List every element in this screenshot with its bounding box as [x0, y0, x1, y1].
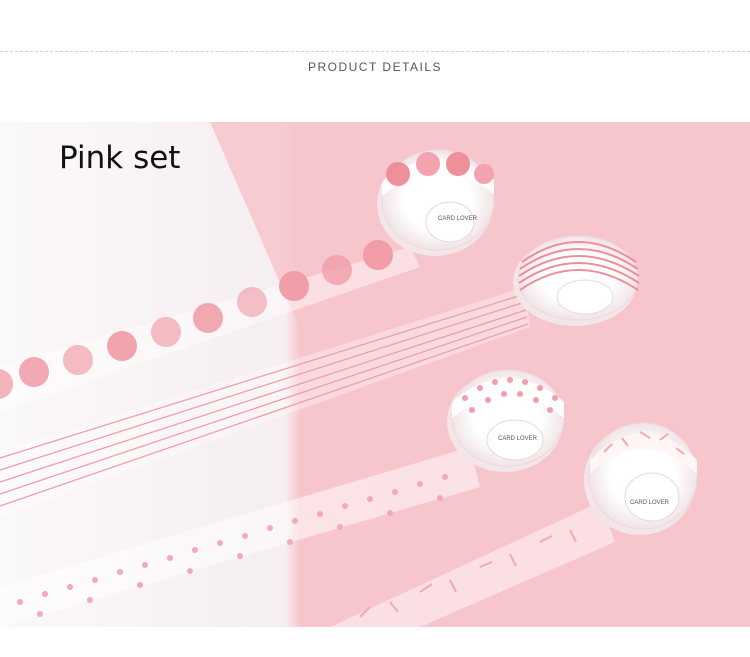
svg-text:CARD LOVER: CARD LOVER: [438, 216, 478, 222]
top-divider: [0, 51, 750, 52]
section-title: PRODUCT DETAILS: [307, 60, 443, 74]
photo-caption: Pink set: [59, 140, 181, 176]
product-photo: CARD LOVER CARD LOVER CARD LOVER: [0, 122, 750, 627]
svg-text:CARD LOVER: CARD LOVER: [630, 500, 670, 506]
tape-roll-large-dots: CARD LOVER: [377, 149, 495, 256]
svg-text:CARD LOVER: CARD LOVER: [498, 436, 538, 442]
